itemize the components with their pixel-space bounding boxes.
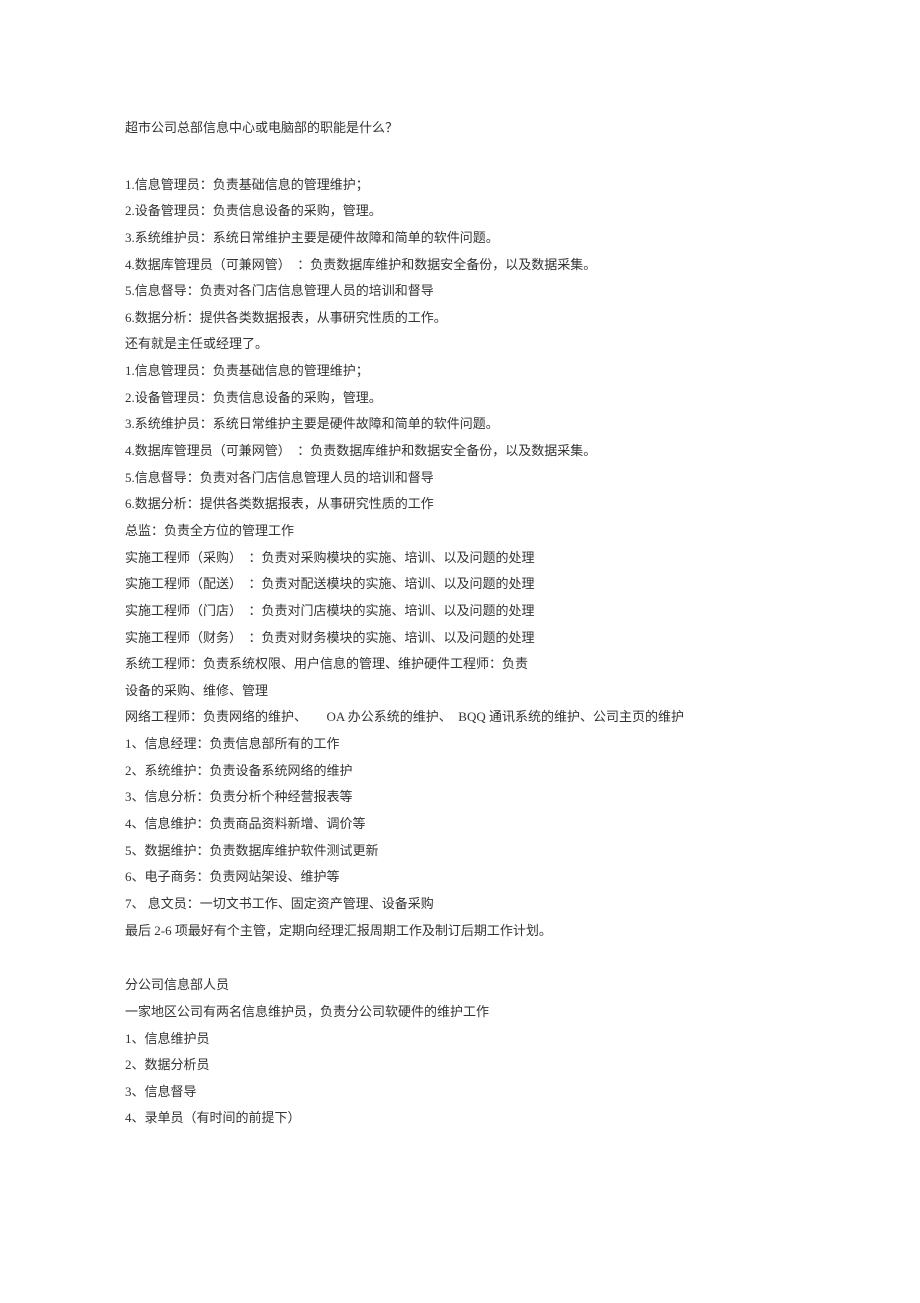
- body-line: 3、信息督导: [125, 1079, 795, 1106]
- body-section-1: 1.信息管理员：负责基础信息的管理维护； 2.设备管理员：负责信息设备的采购，管…: [125, 172, 795, 945]
- body-line: 1.信息管理员：负责基础信息的管理维护；: [125, 172, 795, 199]
- body-line: 实施工程师（门店） ：负责对门店模块的实施、培训、以及问题的处理: [125, 598, 795, 625]
- body-line: 一家地区公司有两名信息维护员，负责分公司软硬件的维护工作: [125, 999, 795, 1026]
- body-line: 5.信息督导：负责对各门店信息管理人员的培训和督导: [125, 278, 795, 305]
- body-line: 4.数据库管理员（可兼网管） ：负责数据库维护和数据安全备份，以及数据采集。: [125, 252, 795, 279]
- body-line: 3.系统维护员：系统日常维护主要是硬件故障和简单的软件问题。: [125, 411, 795, 438]
- body-line: 3、信息分析：负责分析个种经营报表等: [125, 784, 795, 811]
- body-line: 4.数据库管理员（可兼网管） ：负责数据库维护和数据安全备份，以及数据采集。: [125, 438, 795, 465]
- body-line: 2.设备管理员：负责信息设备的采购，管理。: [125, 385, 795, 412]
- body-line: 2、系统维护：负责设备系统网络的维护: [125, 758, 795, 785]
- body-line: 6.数据分析：提供各类数据报表，从事研究性质的工作。: [125, 305, 795, 332]
- body-line: 总监：负责全方位的管理工作: [125, 518, 795, 545]
- body-line: 5、数据维护：负责数据库维护软件测试更新: [125, 838, 795, 865]
- section-header: 分公司信息部人员: [125, 972, 795, 999]
- body-line: 4、录单员（有时间的前提下）: [125, 1105, 795, 1132]
- body-line: 最后 2-6 项最好有个主管，定期向经理汇报周期工作及制订后期工作计划。: [125, 918, 795, 945]
- body-line: 5.信息督导：负责对各门店信息管理人员的培训和督导: [125, 465, 795, 492]
- body-line: 4、信息维护：负责商品资料新增、调价等: [125, 811, 795, 838]
- body-line: 2.设备管理员：负责信息设备的采购，管理。: [125, 198, 795, 225]
- document-title: 超市公司总部信息中心或电脑部的职能是什么？: [125, 115, 795, 142]
- body-line: 实施工程师（配送） ：负责对配送模块的实施、培训、以及问题的处理: [125, 571, 795, 598]
- body-line: 网络工程师：负责网络的维护、 OA 办公系统的维护、 BQQ 通讯系统的维护、公…: [125, 704, 795, 731]
- body-line: 7、 息文员：一切文书工作、固定资产管理、设备采购: [125, 891, 795, 918]
- body-line: 系统工程师：负责系统权限、用户信息的管理、维护硬件工程师：负责: [125, 651, 795, 678]
- body-section-2: 分公司信息部人员 一家地区公司有两名信息维护员，负责分公司软硬件的维护工作 1、…: [125, 972, 795, 1132]
- body-line: 6、电子商务：负责网站架设、维护等: [125, 864, 795, 891]
- body-line: 2、数据分析员: [125, 1052, 795, 1079]
- body-line: 1.信息管理员：负责基础信息的管理维护；: [125, 358, 795, 385]
- document-page: 超市公司总部信息中心或电脑部的职能是什么？ 1.信息管理员：负责基础信息的管理维…: [0, 0, 920, 1192]
- body-line: 6.数据分析：提供各类数据报表，从事研究性质的工作: [125, 491, 795, 518]
- body-line: 3.系统维护员：系统日常维护主要是硬件故障和简单的软件问题。: [125, 225, 795, 252]
- body-line: 实施工程师（采购） ：负责对采购模块的实施、培训、以及问题的处理: [125, 545, 795, 572]
- body-line: 设备的采购、维修、管理: [125, 678, 795, 705]
- body-line: 1、信息经理：负责信息部所有的工作: [125, 731, 795, 758]
- body-line: 1、信息维护员: [125, 1026, 795, 1053]
- body-line: 实施工程师（财务） ：负责对财务模块的实施、培训、以及问题的处理: [125, 625, 795, 652]
- body-line: 还有就是主任或经理了。: [125, 331, 795, 358]
